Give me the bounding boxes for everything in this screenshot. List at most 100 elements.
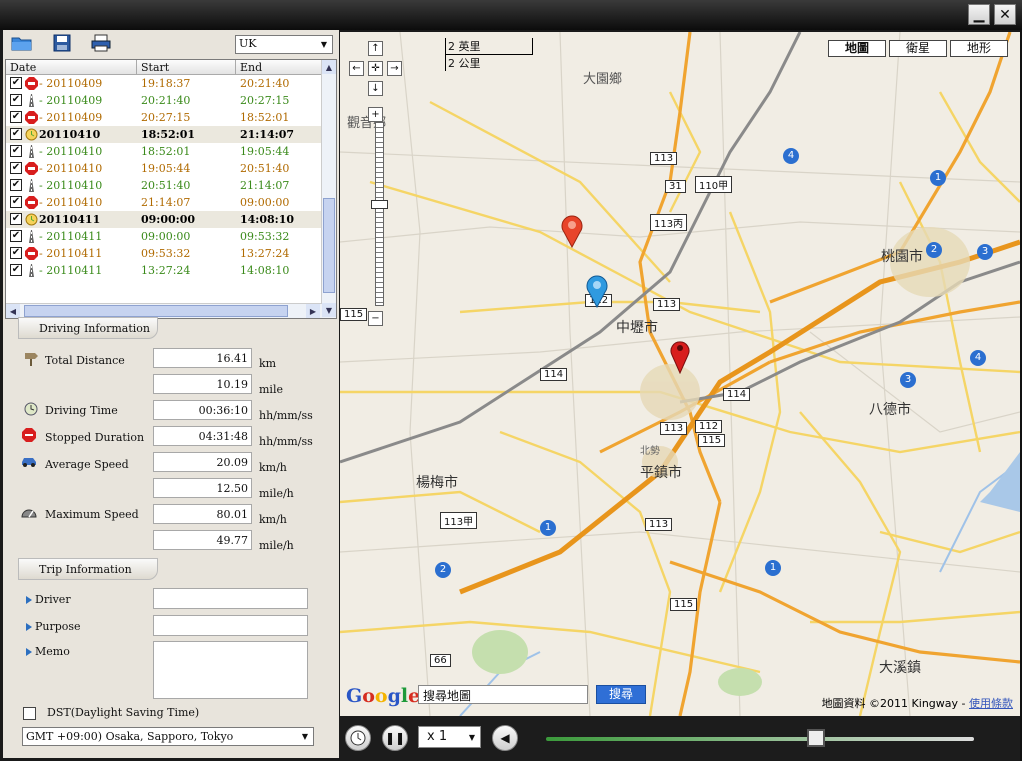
pan-down-button[interactable]: ↓ [368, 81, 383, 96]
timezone-select[interactable]: GMT +09:00) Osaka, Sapporo, Tokyo ▼ [22, 727, 314, 746]
row-checkbox[interactable]: ✔ [10, 196, 22, 208]
row-checkbox[interactable]: ✔ [10, 230, 22, 242]
stop-icon [25, 77, 38, 90]
column-date[interactable]: Date [10, 61, 36, 74]
vertical-scrollbar[interactable]: ▲ ▼ [321, 60, 336, 318]
row-checkbox[interactable]: ✔ [10, 145, 22, 157]
map-search-input[interactable]: 搜尋地圖 [418, 685, 588, 704]
zoom-slider-track[interactable] [375, 122, 384, 306]
playback-progress-knob[interactable] [806, 729, 825, 747]
current-position-marker-icon[interactable] [584, 274, 610, 308]
trip-list-header: Date Start End [6, 60, 322, 75]
pan-up-button[interactable]: ↑ [368, 41, 383, 56]
row-end: 21:14:07 [240, 179, 290, 192]
pause-button[interactable]: ❚❚ [382, 725, 408, 751]
zoom-out-button[interactable]: − [368, 311, 383, 326]
zoom-in-button[interactable]: + [368, 107, 383, 122]
trip-segment-row[interactable]: ✔ - 20110409 19:18:37 20:21:40 [6, 75, 322, 92]
map-type-terrain-button[interactable]: 地形 [950, 40, 1008, 57]
google-logo: Google [346, 685, 421, 707]
playback-progress-track[interactable] [546, 737, 974, 741]
trip-segment-row[interactable]: ✔ - 20110409 20:27:15 18:52:01 [6, 109, 322, 126]
national-route-shield: 4 [783, 148, 799, 164]
driver-field[interactable] [153, 588, 308, 609]
trip-list: Date Start End ✔ - 20110409 19:18:37 20:21:… [5, 59, 337, 319]
row-checkbox[interactable]: ✔ [10, 94, 22, 106]
row-checkbox[interactable]: ✔ [10, 213, 22, 225]
scroll-left-icon[interactable]: ◀ [6, 304, 20, 318]
chevron-down-icon: ▼ [301, 732, 309, 741]
purpose-field[interactable] [153, 615, 308, 636]
dst-label: DST(Daylight Saving Time) [47, 706, 200, 719]
label-bade-city: 八德市 [869, 402, 911, 418]
pan-left-button[interactable]: ← [349, 61, 364, 76]
printer-icon[interactable] [90, 34, 112, 52]
trip-information-tab[interactable]: Trip Information [18, 558, 158, 580]
column-end[interactable]: End [240, 61, 262, 74]
dst-checkbox[interactable] [23, 707, 36, 720]
row-checkbox[interactable]: ✔ [10, 247, 22, 259]
arrow-left-icon: ← [352, 63, 361, 74]
horizontal-scrollbar[interactable]: ◀ ▶ [6, 303, 322, 318]
trip-segment-row[interactable]: ✔ - 20110409 20:21:40 20:27:15 [6, 92, 322, 109]
language-select[interactable]: UK ▼ [235, 35, 333, 54]
trip-day-row[interactable]: ✔ 20110411 09:00:00 14:08:10 [6, 211, 322, 228]
row-start: 09:53:32 [141, 247, 191, 260]
national-route-shield: 3 [977, 244, 993, 260]
trip-segment-row[interactable]: ✔ - 20110410 19:05:44 20:51:40 [6, 160, 322, 177]
trip-segment-row[interactable]: ✔ - 20110410 18:52:01 19:05:44 [6, 143, 322, 160]
clock-icon [24, 402, 38, 416]
vertical-scroll-thumb[interactable] [323, 198, 335, 293]
zoom-slider-thumb[interactable] [371, 200, 388, 209]
save-disk-icon[interactable] [51, 34, 73, 52]
trip-segment-row[interactable]: ✔ - 20110411 13:27:24 14:08:10 [6, 262, 322, 279]
row-end: 21:14:07 [240, 128, 295, 141]
trip-segment-row[interactable]: ✔ - 20110410 21:14:07 09:00:00 [6, 194, 322, 211]
title-bar: ▁ ✕ [0, 0, 1022, 30]
scroll-right-icon[interactable]: ▶ [306, 304, 320, 318]
map-type-satellite-button[interactable]: 衛星 [889, 40, 947, 57]
memo-field[interactable] [153, 641, 308, 699]
car-icon [22, 458, 36, 467]
trip-segment-row[interactable]: ✔ - 20110411 09:53:32 13:27:24 [6, 245, 322, 262]
minimize-button[interactable]: ▁ [968, 4, 990, 25]
map-view[interactable]: 大園鄉 觀音鄉 桃園市 中壢市 八德市 平鎮市 楊梅市 大溪鎮 北勢 113 31… [340, 32, 1020, 716]
driving-information-tab[interactable]: Driving Information [18, 317, 158, 339]
row-end: 18:52:01 [240, 111, 290, 124]
trip-segment-row[interactable]: ✔ - 20110410 20:51:40 21:14:07 [6, 177, 322, 194]
end-marker-icon[interactable] [669, 338, 691, 374]
column-start[interactable]: Start [141, 61, 169, 74]
map-scale: 2 英里 2 公里 [445, 38, 533, 71]
provincial-route-shield: 66 [430, 654, 451, 667]
row-checkbox[interactable]: ✔ [10, 111, 22, 123]
clock-button[interactable] [345, 725, 371, 751]
map-type-map-button[interactable]: 地圖 [828, 40, 886, 57]
map-canvas[interactable] [340, 32, 1020, 716]
close-button[interactable]: ✕ [994, 4, 1016, 25]
map-search-button[interactable]: 搜尋 [596, 685, 646, 704]
terms-link[interactable]: 使用條款 [969, 697, 1013, 710]
row-checkbox[interactable]: ✔ [10, 162, 22, 174]
pan-center-button[interactable]: ✛ [368, 61, 383, 76]
play-back-button[interactable]: ◀ [492, 725, 518, 751]
center-icon: ✛ [371, 63, 380, 74]
row-checkbox[interactable]: ✔ [10, 179, 22, 191]
row-checkbox[interactable]: ✔ [10, 77, 22, 89]
row-checkbox[interactable]: ✔ [10, 128, 22, 140]
start-marker-icon[interactable] [559, 214, 585, 248]
horizontal-scroll-thumb[interactable] [24, 305, 288, 317]
provincial-route-shield: 110甲 [695, 176, 733, 193]
row-end: 09:00:00 [240, 196, 290, 209]
national-route-shield: 1 [765, 560, 781, 576]
playback-speed-select[interactable]: x 1 ▼ [418, 726, 481, 748]
scroll-down-icon[interactable]: ▼ [322, 303, 336, 317]
pan-right-button[interactable]: → [387, 61, 402, 76]
total-distance-mile-value: 10.19 [153, 374, 252, 394]
row-checkbox[interactable]: ✔ [10, 264, 22, 276]
row-start: 19:05:44 [141, 162, 191, 175]
folder-icon[interactable] [11, 34, 33, 52]
trip-segment-row[interactable]: ✔ - 20110411 09:00:00 09:53:32 [6, 228, 322, 245]
scroll-up-icon[interactable]: ▲ [322, 60, 336, 74]
trip-day-row[interactable]: ✔ 20110410 18:52:01 21:14:07 [6, 126, 322, 143]
national-route-shield: 2 [926, 242, 942, 258]
